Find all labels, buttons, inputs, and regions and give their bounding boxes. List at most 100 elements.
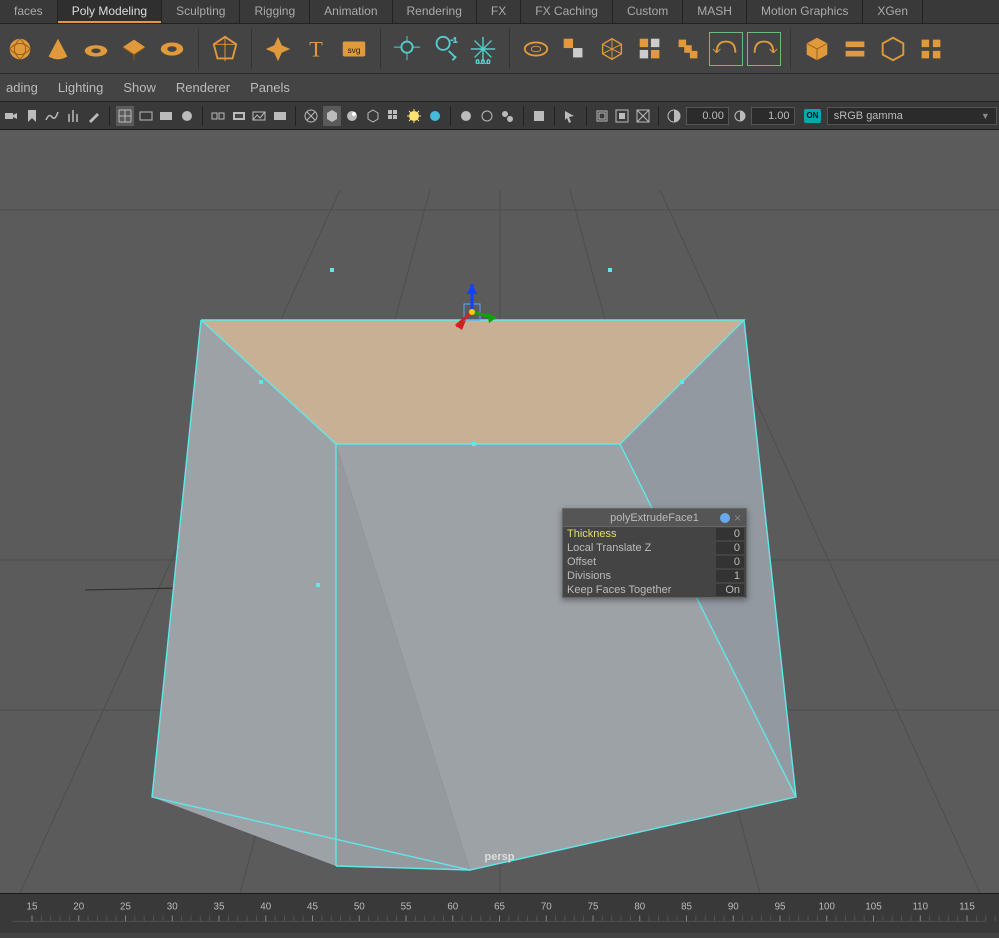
- close-icon[interactable]: ×: [734, 513, 744, 523]
- shelf-tab-rigging[interactable]: Rigging: [240, 0, 310, 23]
- shelf-tab-animation[interactable]: Animation: [310, 0, 392, 23]
- anti-alias-icon[interactable]: [384, 106, 403, 126]
- mirror-geometry-icon[interactable]: [520, 33, 552, 65]
- in-view-editor[interactable]: polyExtrudeFace1 × Thickness 0 Local Tra…: [562, 508, 747, 598]
- gamma-value-input[interactable]: 1.00: [751, 107, 794, 125]
- toggle-renderer-icon[interactable]: [593, 106, 612, 126]
- view-transform-dropdown[interactable]: sRGB gamma ▼: [827, 107, 997, 125]
- shadows-icon[interactable]: [343, 106, 362, 126]
- render-setup-icon[interactable]: [613, 106, 632, 126]
- bevel-icon[interactable]: [801, 33, 833, 65]
- separate-icon[interactable]: [596, 33, 628, 65]
- insert-edge-loop-icon[interactable]: [877, 33, 909, 65]
- attr-row-keep-faces-together[interactable]: Keep Faces Together On: [563, 583, 746, 597]
- shelf-tab-motion-graphics[interactable]: Motion Graphics: [747, 0, 863, 23]
- poly-disc-icon[interactable]: [80, 33, 112, 65]
- panel-menu-renderer[interactable]: Renderer: [176, 80, 230, 95]
- attr-label: Divisions: [563, 570, 611, 582]
- exposure-control-icon[interactable]: [530, 106, 549, 126]
- resolution-gate-icon[interactable]: [157, 106, 176, 126]
- camera-name-label: persp: [485, 851, 515, 863]
- shelf-tab-custom[interactable]: Custom: [613, 0, 683, 23]
- grid-icon[interactable]: [116, 106, 135, 126]
- poly-torus-icon[interactable]: [156, 33, 188, 65]
- panel-menu-panels[interactable]: Panels: [250, 80, 290, 95]
- poly-platonic-icon[interactable]: [209, 33, 241, 65]
- grease-pencil-icon[interactable]: [84, 106, 103, 126]
- ambient-occlusion-icon[interactable]: [364, 106, 383, 126]
- attr-label: Thickness: [563, 528, 617, 540]
- depth-of-field-icon[interactable]: [425, 106, 444, 126]
- attr-row-thickness[interactable]: Thickness 0: [563, 527, 746, 541]
- attr-value[interactable]: On: [716, 584, 744, 596]
- viewport[interactable]: polyExtrudeFace1 × Thickness 0 Local Tra…: [0, 130, 999, 893]
- attr-row-local-translate-z[interactable]: Local Translate Z 0: [563, 541, 746, 555]
- panel-menu-lighting[interactable]: Lighting: [58, 80, 104, 95]
- shelf-tab-fx[interactable]: FX: [477, 0, 521, 23]
- arrow-icon[interactable]: [561, 106, 580, 126]
- poly-type-icon[interactable]: T: [300, 33, 332, 65]
- bridge-icon[interactable]: [748, 33, 780, 65]
- film-gate-icon[interactable]: [136, 106, 155, 126]
- render-view-icon[interactable]: [634, 106, 653, 126]
- poly-cone-icon[interactable]: [42, 33, 74, 65]
- shelf-tab-fx-caching[interactable]: FX Caching: [521, 0, 613, 23]
- shelf-tab-faces[interactable]: faces: [0, 0, 58, 23]
- textured-icon[interactable]: [302, 106, 321, 126]
- attr-value[interactable]: 0: [716, 542, 744, 554]
- svg-text:90: 90: [728, 902, 739, 913]
- attr-row-offset[interactable]: Offset 0: [563, 555, 746, 569]
- reset-transformations-icon[interactable]: 0,0,0: [467, 33, 499, 65]
- two-sided-lighting-icon[interactable]: [64, 106, 83, 126]
- combine-icon[interactable]: [558, 33, 590, 65]
- poly-sphere-icon[interactable]: [4, 33, 36, 65]
- target-weld-icon[interactable]: [915, 33, 947, 65]
- poly-cylinder-icon[interactable]: [118, 33, 150, 65]
- isolate-select-icon[interactable]: [457, 106, 476, 126]
- shelf-tab-mash[interactable]: MASH: [683, 0, 747, 23]
- shelf-icon-row: T svg -1 0,0,0: [0, 24, 999, 74]
- wireframe-icon[interactable]: [209, 106, 228, 126]
- center-pivot-icon[interactable]: [391, 33, 423, 65]
- use-all-lights-icon[interactable]: [323, 106, 342, 126]
- poly-svg-icon[interactable]: svg: [338, 33, 370, 65]
- node-color-icon[interactable]: [720, 513, 730, 523]
- smooth-icon[interactable]: [634, 33, 666, 65]
- wireframe-on-shaded-icon[interactable]: [271, 106, 290, 126]
- attr-value[interactable]: 0: [716, 556, 744, 568]
- extrude-icon[interactable]: [710, 33, 742, 65]
- shelf-tab-xgen[interactable]: XGen: [863, 0, 923, 23]
- gate-mask-icon[interactable]: [177, 106, 196, 126]
- panel-menu-show[interactable]: Show: [123, 80, 156, 95]
- svg-text:105: 105: [865, 902, 882, 913]
- x-ray-icon[interactable]: [478, 106, 497, 126]
- exposure-icon[interactable]: [665, 106, 684, 126]
- time-slider[interactable]: 1520253035404550556065707580859095100105…: [0, 893, 999, 933]
- svg-text:100: 100: [819, 902, 836, 913]
- multi-cut-icon[interactable]: [839, 33, 871, 65]
- svg-text:35: 35: [214, 902, 225, 913]
- exposure-value-input[interactable]: 0.00: [686, 107, 729, 125]
- motion-blur-icon[interactable]: [405, 106, 424, 126]
- boolean-union-icon[interactable]: [672, 33, 704, 65]
- attr-value[interactable]: 0: [716, 528, 744, 540]
- shelf-tab-sculpting[interactable]: Sculpting: [162, 0, 240, 23]
- panel-menu-shading[interactable]: ading: [6, 80, 38, 95]
- attr-label: Local Translate Z: [563, 542, 651, 554]
- shelf-tab-rendering[interactable]: Rendering: [393, 0, 477, 23]
- smooth-shade-icon[interactable]: [229, 106, 248, 126]
- bookmark-icon[interactable]: [23, 106, 42, 126]
- shelf-tab-poly-modeling[interactable]: Poly Modeling: [58, 0, 162, 23]
- select-camera-icon[interactable]: [2, 106, 21, 126]
- image-plane-icon[interactable]: [43, 106, 62, 126]
- color-management-chip[interactable]: ON: [804, 109, 821, 123]
- attr-row-divisions[interactable]: Divisions 1: [563, 569, 746, 583]
- popup-title-bar[interactable]: polyExtrudeFace1 ×: [563, 509, 746, 527]
- x-ray-joints-icon[interactable]: [498, 106, 517, 126]
- freeze-transformations-icon[interactable]: -1: [429, 33, 461, 65]
- use-default-material-icon[interactable]: [250, 106, 269, 126]
- poly-superellipse-icon[interactable]: [262, 33, 294, 65]
- svg-text:115: 115: [959, 902, 975, 913]
- attr-value[interactable]: 1: [716, 570, 744, 582]
- gamma-icon[interactable]: [731, 106, 750, 126]
